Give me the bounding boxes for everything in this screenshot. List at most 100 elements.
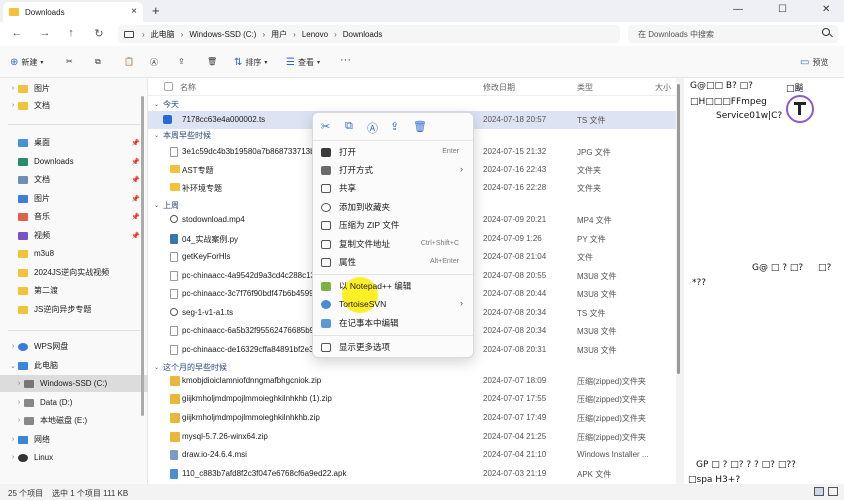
details-view-icon[interactable] <box>814 487 824 496</box>
menu-item-notepad[interactable]: 在记事本中编辑 <box>317 314 471 332</box>
pin-icon[interactable]: 📌 <box>131 232 140 240</box>
menu-item-notepadpp[interactable]: 以 Notepad++ 编辑 <box>317 277 471 295</box>
delete-icon[interactable]: 🗑 <box>207 57 217 66</box>
search-input[interactable]: 在 Downloads 中搜索 <box>628 25 838 43</box>
delete-icon[interactable]: 🗑 <box>413 120 427 133</box>
sidebar-item-pictures[interactable]: › 图片 <box>0 80 148 97</box>
breadcrumb-lenovo[interactable]: Lenovo <box>302 30 328 39</box>
cut-icon[interactable]: ✂ <box>66 57 73 66</box>
pin-icon[interactable]: 📌 <box>131 213 140 221</box>
menu-item-share[interactable]: 共享 <box>317 179 471 197</box>
share-icon[interactable]: ⇪ <box>390 120 399 133</box>
tiles-view-icon[interactable] <box>828 487 838 496</box>
cut-icon[interactable]: ✂ <box>321 120 330 133</box>
menu-item-open-with[interactable]: 打开方式 › <box>317 161 471 179</box>
menu-item-add-favorite[interactable]: 添加到收藏夹 <box>317 198 471 216</box>
pin-icon[interactable]: 📌 <box>131 158 140 166</box>
table-row[interactable]: kmobjdioiclamniofdnngmafbhgcniok.zip 202… <box>148 372 678 390</box>
sidebar-item-network[interactable]: › 网络 <box>0 431 148 448</box>
sidebar-item-music[interactable]: 音乐 📌 <box>0 208 148 225</box>
properties-icon <box>321 257 331 267</box>
new-button[interactable]: ⊕ 新建 ▾ <box>10 57 43 68</box>
sidebar-item-pictures-pinned[interactable]: 图片 📌 <box>0 190 148 207</box>
menu-item-zip[interactable]: 压缩为 ZIP 文件 <box>317 216 471 234</box>
refresh-button[interactable]: ↻ <box>92 27 106 40</box>
rename-icon[interactable]: Ⓐ <box>150 57 158 68</box>
more-options-button[interactable]: ··· <box>340 54 351 66</box>
table-row[interactable]: draw.io-24.6.4.msi 2024-07-04 21:10 Wind… <box>148 446 678 464</box>
cloud-icon <box>18 342 28 351</box>
breadcrumb-this-pc[interactable]: 此电脑 <box>151 29 175 40</box>
nav-scrollbar[interactable] <box>141 96 144 416</box>
menu-item-properties[interactable]: 属性 Alt+Enter <box>317 253 471 271</box>
menu-item-tortoisesvn[interactable]: TortoiseSVN › <box>317 295 471 313</box>
group-early-week[interactable]: ⌄ 本周早些时候 <box>154 130 211 141</box>
preview-text: GP □ ? □? ? ? □? □?? <box>696 460 796 470</box>
sidebar-item-drive-e[interactable]: › 本地磁盘 (E:) <box>0 412 148 429</box>
file-icon <box>170 345 178 355</box>
tab-downloads[interactable]: Downloads × <box>3 2 143 22</box>
breadcrumb-downloads[interactable]: Downloads <box>343 30 383 39</box>
picture-icon <box>18 194 28 203</box>
sidebar-item-label: 2024JS逆向实战视频 <box>34 268 110 277</box>
pin-icon[interactable]: 📌 <box>131 195 140 203</box>
table-row[interactable]: giijkmholjmdmpojlmmoieghkilnhkhb (1).zip… <box>148 390 678 408</box>
paste-icon[interactable]: 📋 <box>124 57 134 66</box>
sidebar-item-this-pc[interactable]: ⌄ 此电脑 <box>0 357 148 374</box>
sidebar-item-js-video[interactable]: 2024JS逆向实战视频 <box>0 264 148 281</box>
tab-close-icon[interactable]: × <box>131 6 137 17</box>
column-name[interactable]: 名称 <box>180 82 196 93</box>
view-button[interactable]: ☰ 查看 ▾ <box>286 57 320 68</box>
sidebar-item-drive-c[interactable]: › Windows-SSD (C:) <box>0 375 148 392</box>
forward-button[interactable]: → <box>38 27 52 39</box>
minimize-button[interactable]: — <box>733 4 743 15</box>
sidebar-item-documents[interactable]: › 文档 <box>0 97 148 114</box>
breadcrumb-drive-c[interactable]: Windows-SSD (C:) <box>189 30 256 39</box>
document-icon <box>18 175 28 184</box>
pin-icon[interactable]: 📌 <box>131 139 140 147</box>
table-row[interactable]: 110_c883b7afd8f2c3f047e6768cf6a9ed22.apk… <box>148 465 678 483</box>
new-tab-button[interactable]: + <box>152 3 160 18</box>
menu-item-copy-path[interactable]: 复制文件地址 Ctrl+Shift+C <box>317 235 471 253</box>
select-all-checkbox[interactable] <box>164 82 173 91</box>
close-window-button[interactable]: ✕ <box>822 4 830 15</box>
menu-item-open[interactable]: 打开 Enter <box>317 143 471 161</box>
table-row[interactable]: giijkmholjmdmpojlmmoieghkilnhkhb.zip 202… <box>148 409 678 427</box>
back-button[interactable]: ← <box>10 27 24 39</box>
context-quick-actions: ✂ ⧉ Ⓐ ⇪ 🗑 <box>313 113 475 139</box>
breadcrumb-users[interactable]: 用户 <box>271 29 287 40</box>
sidebar-item-downloads[interactable]: Downloads 📌 <box>0 153 148 170</box>
menu-item-more-options[interactable]: 显示更多选项 <box>317 338 471 356</box>
sidebar-item-second[interactable]: 第二渡 <box>0 282 148 299</box>
file-date: 2024-07-16 22:43 <box>483 165 547 174</box>
preview-button[interactable]: ▭ 预览 <box>800 57 828 68</box>
row-checkbox[interactable] <box>163 115 172 124</box>
column-date[interactable]: 修改日期 <box>483 82 515 93</box>
sidebar-item-js-async[interactable]: JS逆向异步专题 <box>0 301 148 318</box>
share-icon[interactable]: ⇪ <box>178 57 185 66</box>
copy-icon[interactable]: ⧉ <box>345 120 353 133</box>
rename-icon[interactable]: Ⓐ <box>367 120 378 136</box>
sidebar-item-desktop[interactable]: 桌面 📌 <box>0 134 148 151</box>
sidebar-item-wps[interactable]: › WPS网盘 <box>0 338 148 355</box>
sidebar-item-documents-pinned[interactable]: 文档 📌 <box>0 171 148 188</box>
scrollbar-thumb[interactable] <box>677 84 680 374</box>
file-icon <box>170 271 178 281</box>
sort-button[interactable]: ⇅ 排序 ▾ <box>234 57 267 68</box>
table-row[interactable]: mysql-5.7.26-winx64.zip 2024-07-04 21:25… <box>148 428 678 446</box>
column-type[interactable]: 类型 <box>577 82 593 93</box>
sidebar-item-drive-d[interactable]: › Data (D:) <box>0 394 148 411</box>
sidebar-item-linux[interactable]: › Linux <box>0 449 148 466</box>
group-last-week[interactable]: ⌄ 上周 <box>154 200 179 211</box>
copy-icon[interactable]: ⧉ <box>95 57 101 67</box>
up-button[interactable]: ↑ <box>64 27 78 39</box>
preview-pane-icon: ▭ <box>800 57 810 68</box>
group-today[interactable]: ⌄ 今天 <box>154 99 179 110</box>
column-size[interactable]: 大小 <box>655 82 671 93</box>
sidebar-item-m3u8[interactable]: m3u8 <box>0 245 148 262</box>
list-scrollbar[interactable] <box>676 78 682 484</box>
pin-icon[interactable]: 📌 <box>131 176 140 184</box>
address-bar[interactable]: › 此电脑 › Windows-SSD (C:) › 用户 › Lenovo ›… <box>118 25 620 43</box>
sidebar-item-videos[interactable]: 视频 📌 <box>0 227 148 244</box>
maximize-button[interactable]: ☐ <box>778 4 787 15</box>
